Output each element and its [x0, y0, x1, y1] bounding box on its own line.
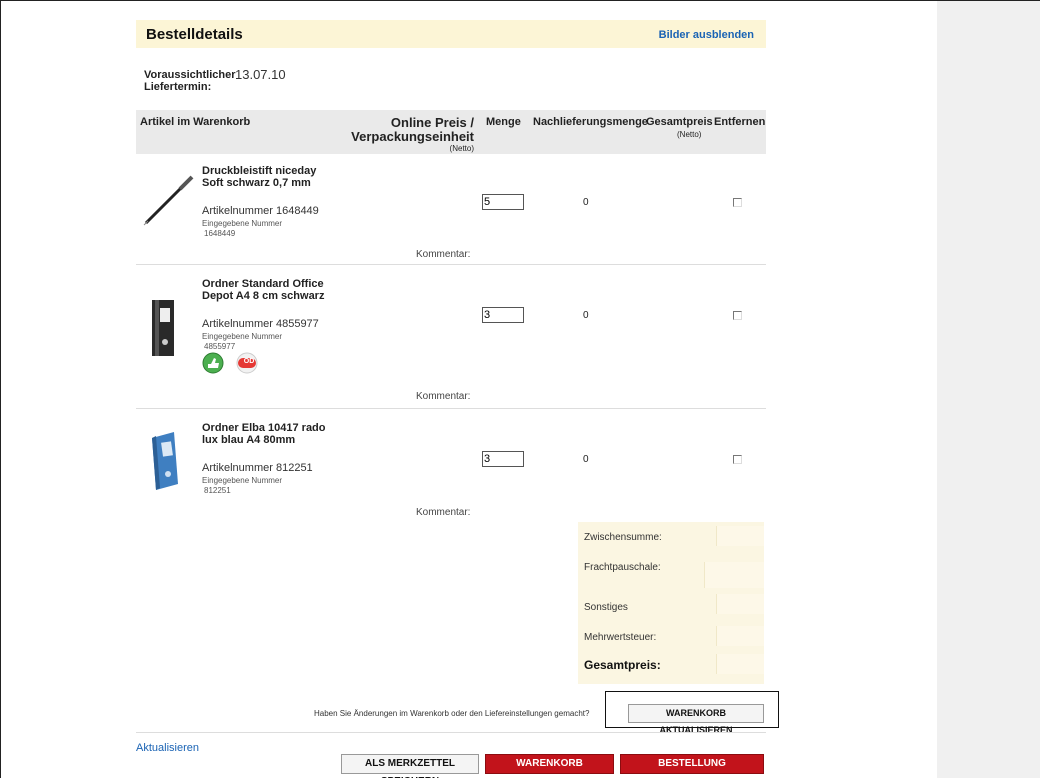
entered-number-value: 1648449 — [204, 229, 236, 238]
article-number: Artikelnummer 812251 — [202, 462, 313, 474]
other-value — [716, 594, 764, 614]
column-header-articles: Artikel im Warenkorb — [140, 116, 251, 128]
freight-label: Frachtpauschale: — [584, 562, 661, 573]
save-cart-button[interactable]: WARENKORB SPEICHERN — [485, 754, 614, 778]
order-details-header: Bestelldetails Bilder ausblenden — [136, 20, 766, 48]
refresh-link[interactable]: Aktualisieren — [136, 742, 199, 754]
column-header-backorder: Nachlieferungsmenge — [533, 116, 648, 128]
product-name[interactable]: Ordner Standard Office Depot A4 8 cm sch… — [202, 278, 332, 302]
subtotal-value — [716, 526, 764, 546]
column-header-total: Gesamtpreis — [646, 116, 713, 128]
remove-checkbox[interactable] — [733, 198, 742, 207]
cart-table-header: Artikel im Warenkorb Online Preis / Verp… — [136, 110, 766, 154]
delivery-label-line1: Voraussichtlicher — [144, 69, 236, 81]
price-header-line2: Verpackungseinheit — [351, 129, 474, 144]
hide-images-link[interactable]: Bilder ausblenden — [659, 29, 754, 41]
delivery-date-label: Voraussichtlicher Liefertermin: — [144, 69, 236, 93]
remove-checkbox[interactable] — [733, 455, 742, 464]
column-header-quantity: Menge — [486, 116, 521, 128]
comment-label: Kommentar: — [416, 391, 471, 402]
entered-number-value: 4855977 — [204, 342, 236, 351]
row-divider — [136, 408, 766, 409]
entered-number-label: Eingegebene Nummer — [202, 219, 283, 228]
product-name[interactable]: Ordner Elba 10417 rado lux blau A4 80mm — [202, 422, 332, 446]
backorder-quantity: 0 — [583, 454, 589, 465]
vat-value — [716, 626, 764, 646]
other-label: Sonstiges — [584, 602, 628, 613]
product-image-binder-blue[interactable] — [140, 430, 196, 494]
quantity-input[interactable] — [482, 194, 524, 210]
order-summary: Zwischensumme: Frachtpauschale: Sonstige… — [578, 522, 764, 684]
price-header-line1: Online Preis / — [390, 115, 474, 130]
delivery-date-value: 13.07.10 — [235, 67, 286, 82]
quantity-input[interactable] — [482, 451, 524, 467]
comment-label: Kommentar: — [416, 249, 471, 260]
total-header-netto: (Netto) — [677, 130, 702, 139]
total-value — [716, 654, 764, 674]
subtotal-label: Zwischensumme: — [584, 532, 662, 543]
article-number: Artikelnummer 4855977 — [202, 318, 319, 330]
column-header-price: Online Preis / Verpackungseinheit — [346, 116, 474, 144]
backorder-quantity: 0 — [583, 197, 589, 208]
product-image-binder-black[interactable] — [140, 298, 196, 362]
changes-question: Haben Sie Änderungen im Warenkorb oder d… — [314, 709, 590, 718]
row-divider — [136, 264, 766, 265]
forward-order-button[interactable]: BESTELLUNG WEITERLEITEN — [620, 754, 764, 778]
delivery-label-line2: Liefertermin: — [144, 81, 212, 93]
right-side-panel — [937, 1, 1040, 778]
comment-label: Kommentar: — [416, 507, 471, 518]
price-header-netto: (Netto) — [449, 144, 474, 153]
total-label: Gesamtpreis: — [584, 658, 661, 672]
remove-checkbox[interactable] — [733, 311, 742, 320]
entered-number-value: 812251 — [204, 486, 231, 495]
backorder-quantity: 0 — [583, 310, 589, 321]
footer-divider — [136, 732, 766, 733]
entered-number-label: Eingegebene Nummer — [202, 332, 283, 341]
save-as-list-button[interactable]: ALS MERKZETTEL SPEICHERN — [341, 754, 479, 778]
vat-label: Mehrwertsteuer: — [584, 632, 657, 643]
update-cart-button[interactable]: WARENKORB AKTUALISIEREN — [628, 704, 764, 735]
page-title: Bestelldetails — [146, 26, 243, 43]
thumbs-up-icon — [202, 352, 224, 374]
column-header-remove: Entfernen — [714, 116, 766, 128]
article-number: Artikelnummer 1648449 — [202, 205, 319, 217]
entered-number-label: Eingegebene Nummer — [202, 476, 283, 485]
product-image-pencil[interactable] — [140, 165, 196, 229]
product-name[interactable]: Druckbleistift niceday Soft schwarz 0,7 … — [202, 165, 332, 189]
quantity-input[interactable] — [482, 307, 524, 323]
office-depot-icon: OD — [243, 358, 255, 365]
freight-value — [704, 562, 764, 588]
